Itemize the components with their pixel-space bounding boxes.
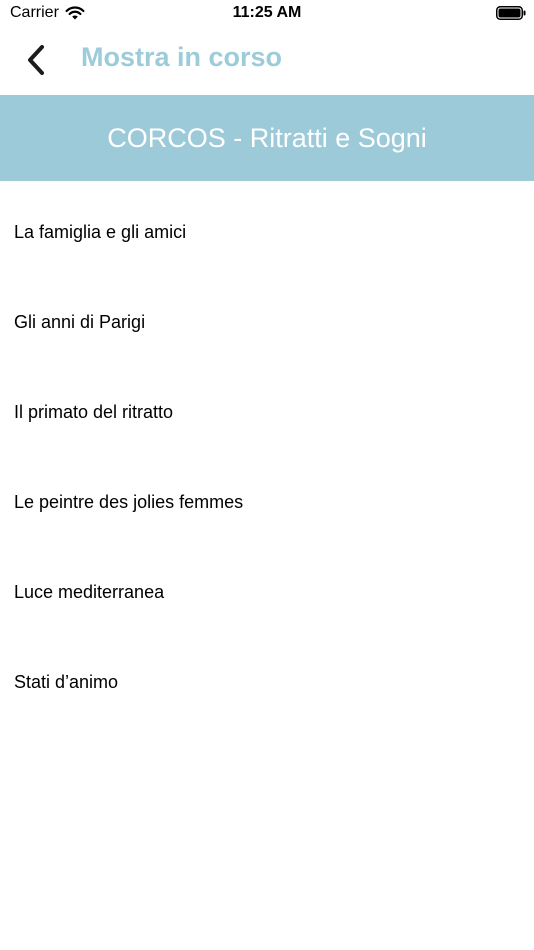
list-item-label: Gli anni di Parigi [14, 311, 146, 332]
chevron-left-icon [28, 45, 44, 75]
list-item[interactable]: Gli anni di Parigi [0, 277, 534, 367]
list-item-label: Stati d’animo [14, 671, 119, 692]
status-time: 11:25 AM [232, 4, 302, 21]
list-item-label: La famiglia e gli amici [14, 221, 187, 242]
list-item[interactable]: Stati d’animo [0, 637, 534, 727]
section-list: La famiglia e gli amici Gli anni di Pari… [0, 187, 534, 727]
list-item[interactable]: La famiglia e gli amici [0, 187, 534, 277]
exhibition-banner: CORCOS - Ritratti e Sogni [0, 95, 534, 181]
page-title: Mostra in corso [81, 42, 283, 72]
list-item-label: Luce mediterranea [14, 581, 165, 602]
navigation-bar: Mostra in corso [0, 28, 534, 95]
battery-icon [496, 6, 526, 20]
list-item[interactable]: Le peintre des jolies femmes [0, 457, 534, 547]
list-item[interactable]: Il primato del ritratto [0, 367, 534, 457]
list-item-label: Il primato del ritratto [14, 401, 174, 422]
back-button[interactable] [18, 40, 54, 80]
list-item[interactable]: Luce mediterranea [0, 547, 534, 637]
list-item-label: Le peintre des jolies femmes [14, 491, 244, 512]
status-bar: Carrier 11:25 AM [0, 0, 534, 28]
exhibition-title: CORCOS - Ritratti e Sogni [107, 122, 427, 153]
